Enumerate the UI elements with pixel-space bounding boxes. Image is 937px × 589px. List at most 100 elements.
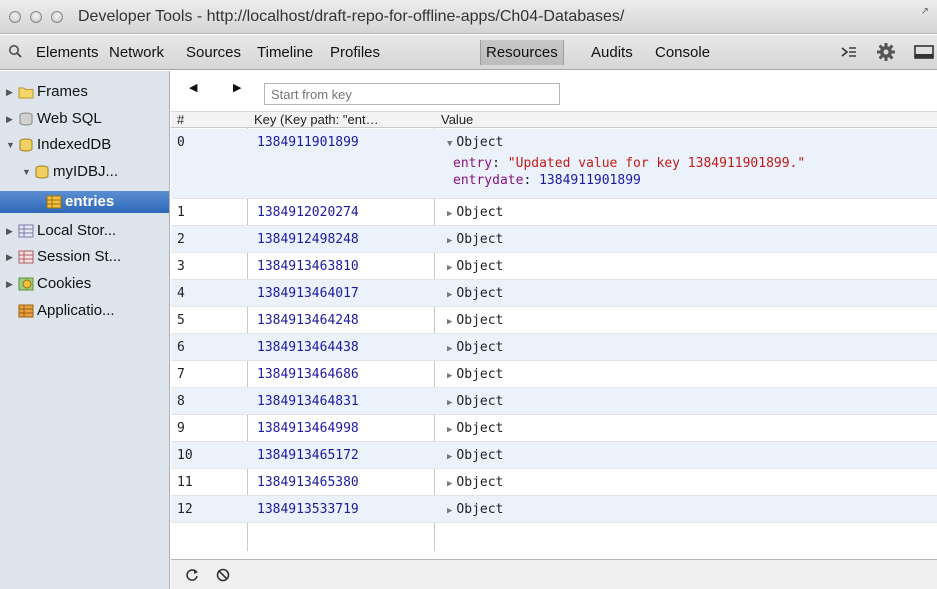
tab-timeline[interactable]: Timeline — [252, 40, 318, 65]
sidebar-item-indexeddb[interactable]: ▼ IndexedDB — [6, 134, 111, 156]
object-property-entry: entry: "Updated value for key 1384911901… — [453, 156, 806, 171]
sidebar-item-entries[interactable]: entries — [0, 191, 169, 213]
tab-profiles[interactable]: Profiles — [325, 40, 385, 65]
row-value[interactable]: ▶ Object — [447, 442, 503, 469]
search-icon[interactable] — [8, 44, 22, 58]
disclosure-collapsed-icon[interactable]: ▶ — [447, 398, 452, 408]
table-row[interactable]: 11 1384913465380 ▶ Object — [171, 469, 937, 496]
tab-console[interactable]: Console — [650, 40, 715, 65]
row-index: 4 — [177, 286, 185, 301]
clear-icon[interactable] — [216, 568, 230, 582]
row-key: 1384912498248 — [257, 232, 359, 247]
sidebar-item-local-storage[interactable]: ▶ Local Stor... — [6, 220, 116, 242]
row-value[interactable]: ▶ Object — [447, 361, 503, 388]
previous-page-icon[interactable]: ◀ — [189, 81, 197, 94]
row-value[interactable]: ▶ Object — [447, 469, 503, 496]
disclosure-collapsed-icon[interactable]: ▶ — [447, 371, 452, 381]
tab-elements[interactable]: Elements — [31, 40, 104, 65]
sidebar-item-label: Applicatio... — [37, 302, 115, 319]
disclosure-collapsed-icon[interactable]: ▶ — [447, 290, 452, 300]
row-value[interactable]: ▶ Object — [447, 280, 503, 307]
zoom-window-button[interactable] — [51, 11, 63, 23]
row-value[interactable]: ▼ Object — [447, 129, 503, 156]
disclosure-collapsed-icon[interactable]: ▶ — [6, 273, 16, 295]
object-property-entrydate: entrydate: 1384911901899 — [453, 173, 641, 188]
sidebar-item-myidbj[interactable]: ▼ myIDBJ... — [22, 161, 118, 183]
minimize-window-button[interactable] — [30, 11, 42, 23]
gear-icon[interactable] — [876, 42, 896, 62]
table-row[interactable]: 2 1384912498248 ▶ Object — [171, 226, 937, 253]
table-row[interactable]: 5 1384913464248 ▶ Object — [171, 307, 937, 334]
next-page-icon[interactable]: ▶ — [233, 81, 241, 94]
sidebar-item-application-cache[interactable]: Applicatio... — [18, 300, 115, 322]
table-icon — [46, 195, 62, 209]
disclosure-collapsed-icon[interactable]: ▶ — [447, 452, 452, 462]
row-key: 1384913464248 — [257, 313, 359, 328]
sidebar-item-label: IndexedDB — [37, 136, 112, 153]
column-header-key[interactable]: Key (Key path: "ent… — [248, 112, 434, 129]
table-row[interactable]: 9 1384913464998 ▶ Object — [171, 415, 937, 442]
console-drawer-icon[interactable] — [840, 44, 858, 60]
row-key: 1384913533719 — [257, 502, 359, 517]
grid-header: # Key (Key path: "ent… Value — [171, 111, 937, 128]
disclosure-expanded-icon[interactable]: ▼ — [22, 161, 32, 183]
table-row[interactable]: 12 1384913533719 ▶ Object — [171, 496, 937, 523]
sidebar-item-label: Web SQL — [37, 110, 102, 127]
disclosure-collapsed-icon[interactable]: ▶ — [447, 209, 452, 219]
row-key: 1384911901899 — [257, 135, 359, 150]
column-header-index[interactable]: # — [171, 112, 247, 129]
disclosure-collapsed-icon[interactable]: ▶ — [6, 108, 16, 130]
sidebar-item-session-storage[interactable]: ▶ Session St... — [6, 246, 121, 268]
disclosure-collapsed-icon[interactable]: ▶ — [447, 263, 452, 273]
tab-sources[interactable]: Sources — [181, 40, 246, 65]
row-value[interactable]: ▶ Object — [447, 415, 503, 442]
fullscreen-icon[interactable]: ↗ — [921, 6, 929, 17]
table-row[interactable]: 4 1384913464017 ▶ Object — [171, 280, 937, 307]
row-value[interactable]: ▶ Object — [447, 388, 503, 415]
row-value[interactable]: ▶ Object — [447, 199, 503, 226]
tab-network[interactable]: Network — [104, 40, 169, 65]
start-from-key-input[interactable] — [264, 83, 560, 105]
row-key: 1384912020274 — [257, 205, 359, 220]
row-key: 1384913464686 — [257, 367, 359, 382]
table-row[interactable]: 1 1384912020274 ▶ Object — [171, 199, 937, 226]
disclosure-collapsed-icon[interactable]: ▶ — [447, 425, 452, 435]
row-value[interactable]: ▶ Object — [447, 496, 503, 523]
tab-audits[interactable]: Audits — [586, 40, 638, 65]
table-row[interactable]: 10 1384913465172 ▶ Object — [171, 442, 937, 469]
toolbar: Elements Network Sources Timeline Profil… — [0, 35, 937, 70]
disclosure-collapsed-icon[interactable]: ▶ — [6, 81, 16, 103]
sidebar-item-cookies[interactable]: ▶ Cookies — [6, 273, 91, 295]
sidebar-item-frames[interactable]: ▶ Frames — [6, 81, 88, 103]
disclosure-collapsed-icon[interactable]: ▶ — [447, 236, 452, 246]
disclosure-expanded-icon[interactable]: ▼ — [447, 139, 452, 149]
table-row[interactable]: 0 1384911901899 ▼ Object entry: "Updated … — [171, 129, 937, 199]
table-row[interactable]: 3 1384913463810 ▶ Object — [171, 253, 937, 280]
disclosure-collapsed-icon[interactable]: ▶ — [6, 246, 16, 268]
table-row[interactable]: 7 1384913464686 ▶ Object — [171, 361, 937, 388]
dock-icon[interactable] — [914, 45, 934, 59]
database-icon — [35, 165, 49, 179]
disclosure-collapsed-icon[interactable]: ▶ — [447, 506, 452, 516]
disclosure-collapsed-icon[interactable]: ▶ — [447, 344, 452, 354]
disclosure-collapsed-icon[interactable]: ▶ — [6, 220, 16, 242]
row-value[interactable]: ▶ Object — [447, 253, 503, 280]
close-window-button[interactable] — [9, 11, 21, 23]
row-index: 9 — [177, 421, 185, 436]
row-value[interactable]: ▶ Object — [447, 307, 503, 334]
tab-resources[interactable]: Resources — [480, 40, 564, 65]
row-value[interactable]: ▶ Object — [447, 334, 503, 361]
row-index: 0 — [177, 135, 185, 150]
status-bar — [171, 559, 937, 589]
row-key: 1384913464831 — [257, 394, 359, 409]
disclosure-collapsed-icon[interactable]: ▶ — [447, 479, 452, 489]
refresh-icon[interactable] — [185, 568, 199, 582]
sidebar-item-web-sql[interactable]: ▶ Web SQL — [6, 108, 102, 130]
database-icon — [19, 112, 33, 126]
row-value[interactable]: ▶ Object — [447, 226, 503, 253]
column-header-value[interactable]: Value — [435, 112, 935, 129]
table-row[interactable]: 6 1384913464438 ▶ Object — [171, 334, 937, 361]
table-row[interactable]: 8 1384913464831 ▶ Object — [171, 388, 937, 415]
disclosure-expanded-icon[interactable]: ▼ — [6, 134, 16, 156]
disclosure-collapsed-icon[interactable]: ▶ — [447, 317, 452, 327]
